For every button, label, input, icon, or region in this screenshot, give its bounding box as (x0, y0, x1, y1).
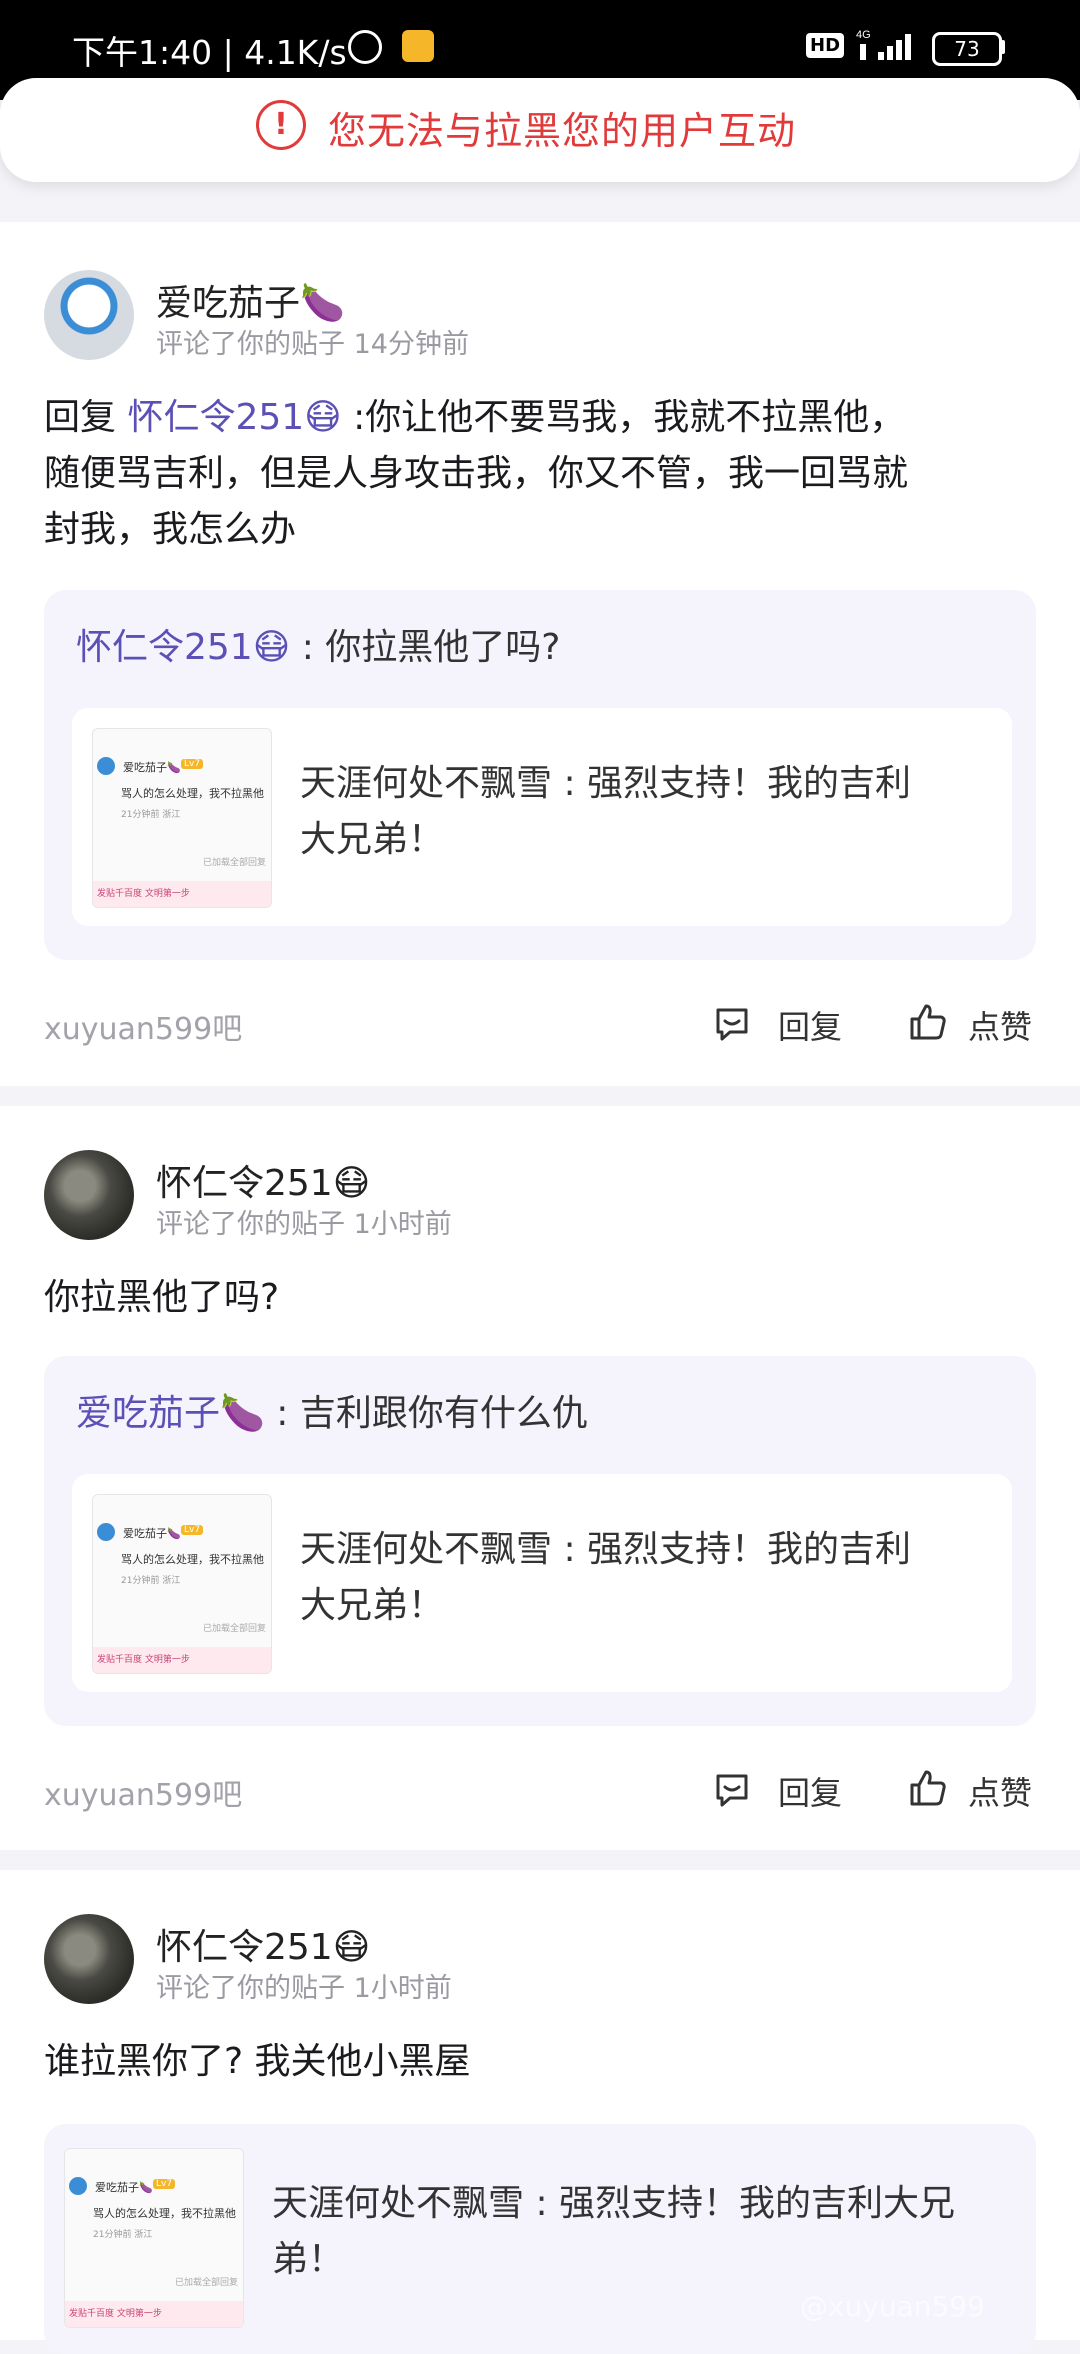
thumb-line: 骂人的怎么处理，我不拉黑他 (121, 1553, 264, 1566)
blocked-toast: ! 您无法与拉黑您的用户互动 (0, 78, 1080, 182)
thumb-more: 已加载全部回复 (203, 858, 267, 868)
thumb-footer: 发贴千百度 文明第一步 (93, 881, 271, 907)
avatar[interactable] (44, 270, 134, 360)
notification-icon (402, 30, 434, 62)
comment-meta: 评论了你的贴子 1小时前 (156, 1209, 452, 1240)
username[interactable]: 爱吃茄子🍆 (156, 274, 345, 326)
thumb-badge: Lv7 (153, 2179, 176, 2189)
thumb-name: 爱吃茄子🍆 (123, 761, 181, 774)
message-card[interactable]: 怀仁令251😷 评论了你的贴子 1小时前 你拉黑他了吗? 爱吃茄子🍆 : 吉利跟… (0, 1106, 1080, 1850)
post-line: 天涯何处不飘雪 : 强烈支持！我的吉利 (300, 763, 912, 804)
post-line: 天涯何处不飘雪 : 强烈支持！我的吉利大兄 (272, 2183, 956, 2224)
username[interactable]: 怀仁令251😷 (156, 1154, 370, 1206)
avatar[interactable] (44, 1914, 134, 2004)
reply-text: 封我，我怎么办 (44, 509, 297, 550)
hd-badge: HD (806, 33, 845, 58)
mention-link[interactable]: 怀仁令251😷 (127, 397, 341, 438)
thumb-line: 骂人的怎么处理，我不拉黑他 (93, 2207, 236, 2220)
thumb-name: 爱吃茄子🍆 (123, 1527, 181, 1540)
like-button[interactable]: 点赞 (968, 1768, 1032, 1814)
post-line: 弟！ (272, 2239, 345, 2280)
thumb-more: 已加载全部回复 (175, 2278, 239, 2288)
post-thumbnail: 爱吃茄子🍆 Lv7 骂人的怎么处理，我不拉黑他 21分钟前 浙江 已加载全部回复… (92, 1494, 272, 1674)
thumb-line: 骂人的怎么处理，我不拉黑他 (121, 787, 264, 800)
network-label: 4G (856, 29, 871, 41)
original-post[interactable]: 爱吃茄子🍆 Lv7 骂人的怎么处理，我不拉黑他 21分钟前 浙江 已加载全部回复… (72, 708, 1012, 926)
username[interactable]: 怀仁令251😷 (156, 1918, 370, 1970)
thumb-badge: Lv7 (181, 1525, 204, 1535)
original-post[interactable]: 爱吃茄子🍆 Lv7 骂人的怎么处理，我不拉黑他 21分钟前 浙江 已加载全部回复… (72, 1474, 1012, 1692)
quote-user[interactable]: 爱吃茄子🍆 (76, 1393, 265, 1434)
thumbs-up-icon[interactable] (908, 1002, 948, 1042)
battery-icon: 73 (932, 32, 1002, 66)
signal-icon: 4G (856, 29, 911, 60)
thumb-meta: 21分钟前 浙江 (93, 2230, 153, 2240)
forum-link[interactable]: xuyuan599吧 (44, 1770, 242, 1814)
post-title: 天涯何处不飘雪 : 强烈支持！我的吉利 大兄弟！ (300, 1522, 911, 1634)
comment-text: 谁拉黑你了? 我关他小黑屋 (44, 2041, 471, 2082)
forum-link[interactable]: xuyuan599吧 (44, 1004, 242, 1048)
reply-button[interactable]: 回复 (778, 1768, 842, 1814)
quoted-comment[interactable]: 爱吃茄子🍆 : 吉利跟你有什么仇 爱吃茄子🍆 Lv7 骂人的怎么处理，我不拉黑他… (44, 1356, 1036, 1726)
quote-line: 爱吃茄子🍆 : 吉利跟你有什么仇 (76, 1384, 588, 1436)
reply-prefix: 回复 (44, 397, 128, 438)
thumb-meta: 21分钟前 浙江 (121, 1576, 181, 1586)
thumb-footer: 发贴千百度 文明第一步 (65, 2301, 243, 2327)
post-title: 天涯何处不飘雪 : 强烈支持！我的吉利大兄 弟！ (272, 2176, 955, 2288)
thumb-name: 爱吃茄子🍆 (95, 2181, 153, 2194)
reply-text: :你让他不要骂我，我就不拉黑他， (341, 397, 906, 438)
alert-circle-icon: ! (256, 100, 306, 150)
quote-text: : 吉利跟你有什么仇 (264, 1393, 588, 1434)
post-line: 天涯何处不飘雪 : 强烈支持！我的吉利 (300, 1529, 912, 1570)
thumb-more: 已加载全部回复 (203, 1624, 267, 1634)
status-time: 下午1:40 | 4.1K/s (72, 33, 347, 72)
post-line: 大兄弟！ (300, 1585, 445, 1626)
post-thumbnail: 爱吃茄子🍆 Lv7 骂人的怎么处理，我不拉黑他 21分钟前 浙江 已加载全部回复… (64, 2148, 244, 2328)
watermark: @xuyuan599 (800, 2290, 985, 2323)
comment-text: 回复 怀仁令251😷 :你让他不要骂我，我就不拉黑他， 随便骂吉利，但是人身攻击… (44, 390, 1034, 558)
comment-icon[interactable] (712, 1770, 752, 1810)
alarm-icon (348, 30, 382, 64)
quote-line: 怀仁令251😷 : 你拉黑他了吗? (76, 618, 560, 670)
quote-text: : 你拉黑他了吗? (290, 627, 561, 668)
reply-text: 随便骂吉利，但是人身攻击我，你又不管，我一回骂就 (44, 453, 909, 494)
battery-tip (1001, 40, 1005, 54)
thumbs-up-icon[interactable] (908, 1768, 948, 1808)
reply-button[interactable]: 回复 (778, 1002, 842, 1048)
thumb-avatar (97, 757, 115, 775)
comment-meta: 评论了你的贴子 1小时前 (156, 1973, 452, 2004)
message-card[interactable]: 爱吃茄子🍆 评论了你的贴子 14分钟前 回复 怀仁令251😷 :你让他不要骂我，… (0, 222, 1080, 1086)
comment-icon[interactable] (712, 1004, 752, 1044)
thumb-meta: 21分钟前 浙江 (121, 810, 181, 820)
thumb-badge: Lv7 (181, 759, 204, 769)
post-thumbnail: 爱吃茄子🍆 Lv7 骂人的怎么处理，我不拉黑他 21分钟前 浙江 已加载全部回复… (92, 728, 272, 908)
comment-meta: 评论了你的贴子 14分钟前 (156, 329, 469, 360)
comment-text: 你拉黑他了吗? (44, 1277, 280, 1318)
quoted-comment[interactable]: 怀仁令251😷 : 你拉黑他了吗? 爱吃茄子🍆 Lv7 骂人的怎么处理，我不拉黑… (44, 590, 1036, 960)
message-card[interactable]: 怀仁令251😷 评论了你的贴子 1小时前 谁拉黑你了? 我关他小黑屋 爱吃茄子🍆… (0, 1870, 1080, 2354)
avatar[interactable] (44, 1150, 134, 1240)
quote-user[interactable]: 怀仁令251😷 (76, 627, 290, 668)
post-title: 天涯何处不飘雪 : 强烈支持！我的吉利 大兄弟！ (300, 756, 911, 868)
toast-message: 您无法与拉黑您的用户互动 (328, 109, 797, 153)
thumb-footer: 发贴千百度 文明第一步 (93, 1647, 271, 1673)
thumb-avatar (97, 1523, 115, 1541)
like-button[interactable]: 点赞 (968, 1002, 1032, 1048)
thumb-avatar (69, 2177, 87, 2195)
post-line: 大兄弟！ (300, 819, 445, 860)
